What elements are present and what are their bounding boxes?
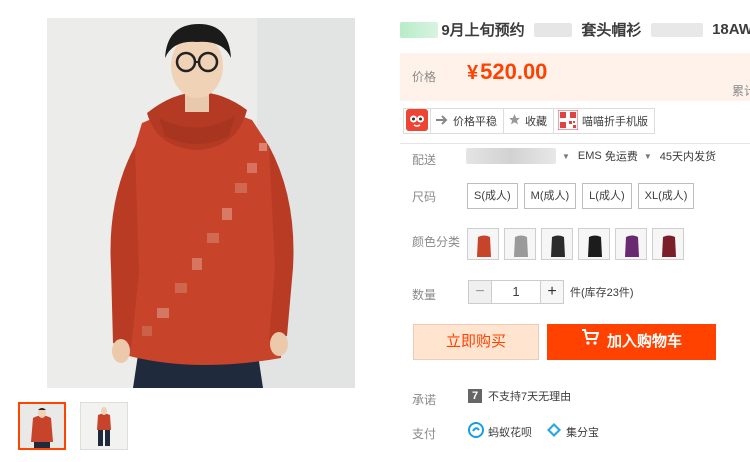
- color-swatch-2[interactable]: [504, 228, 536, 260]
- shopping-cart-icon: [581, 323, 600, 359]
- color-swatch-1[interactable]: [467, 228, 499, 260]
- quantity-input[interactable]: 1: [492, 280, 540, 304]
- promise-row: 7 不支持7天无理由: [468, 388, 571, 404]
- qr-code-icon: [557, 109, 579, 133]
- thumbnail-2[interactable]: [80, 402, 128, 450]
- seven-day-badge-icon: 7: [468, 389, 482, 403]
- payment-row: 蚂蚁花呗 集分宝: [468, 422, 613, 441]
- chevron-down-icon[interactable]: ▼: [644, 152, 652, 161]
- quantity-label: 数量: [412, 288, 437, 302]
- color-swatch-6[interactable]: [652, 228, 684, 260]
- swatch-garment: [477, 235, 491, 257]
- blurred-shop-name: [400, 21, 438, 38]
- thumbnail-image: [81, 403, 127, 449]
- price-label: 价格: [412, 70, 437, 84]
- huabei-label: 蚂蚁花呗: [488, 426, 532, 439]
- payment-method-huabei[interactable]: 蚂蚁花呗: [468, 422, 532, 441]
- size-label: 尺码: [412, 190, 437, 204]
- jifenbao-label: 集分宝: [566, 426, 599, 439]
- shipping-label: 配送: [412, 153, 437, 167]
- shipping-fee: 免运费: [604, 151, 638, 163]
- price-trend-label: 价格平稳: [453, 116, 497, 128]
- tools-bar: 价格平稳 收藏 喵喵折手机版: [403, 108, 655, 136]
- divider: [400, 143, 750, 144]
- huabei-icon: [468, 422, 484, 441]
- price-value: ¥520.00: [467, 59, 547, 85]
- color-swatch-5[interactable]: [615, 228, 647, 260]
- size-option-m[interactable]: M(成人): [523, 183, 577, 209]
- product-title: 9月上旬预约 套头帽衫 18AW: [400, 19, 750, 39]
- color-options: [467, 228, 689, 260]
- size-option-s[interactable]: S(成人): [467, 183, 518, 209]
- swatch-garment: [588, 235, 602, 257]
- jifenbao-icon: [546, 422, 562, 441]
- title-prefix: 9月上旬预约: [441, 22, 525, 39]
- promise-text[interactable]: 不支持7天无理由: [488, 388, 571, 404]
- title-middle: 套头帽衫: [581, 22, 642, 39]
- blurred-location[interactable]: [466, 148, 556, 164]
- swatch-garment: [551, 235, 565, 257]
- quantity-decrease-button[interactable]: −: [468, 280, 492, 304]
- star-icon: [508, 113, 521, 129]
- chevron-down-icon[interactable]: ▼: [562, 152, 570, 161]
- size-option-xl[interactable]: XL(成人): [637, 183, 695, 209]
- buy-now-button[interactable]: 立即购买: [413, 324, 539, 360]
- shipping-row: ▼ EMS 免运费 ▼ 45天内发货: [466, 147, 716, 165]
- swatch-garment: [625, 235, 639, 257]
- quantity-increase-button[interactable]: +: [540, 280, 564, 304]
- delivery-time: 45天内发货: [659, 151, 716, 163]
- color-swatch-4[interactable]: [578, 228, 610, 260]
- hoodie-model-photo: [47, 18, 355, 388]
- shop-logo-tool[interactable]: [403, 108, 431, 134]
- add-to-cart-button[interactable]: 加入购物车: [547, 324, 716, 360]
- promise-label: 承诺: [412, 393, 437, 407]
- swatch-garment: [662, 235, 676, 257]
- color-swatch-3[interactable]: [541, 228, 573, 260]
- color-label: 颜色分类: [412, 235, 461, 249]
- thumbnail-1[interactable]: [18, 402, 66, 450]
- size-options: S(成人) M(成人) L(成人) XL(成人): [467, 183, 700, 209]
- mobile-version-tool[interactable]: 喵喵折手机版: [553, 108, 655, 134]
- currency-symbol: ¥: [467, 62, 479, 84]
- tmall-cat-icon: [406, 108, 428, 134]
- price-amount: 520.00: [480, 59, 548, 84]
- price-panel: 价格 ¥520.00 累计: [400, 53, 750, 101]
- swatch-garment: [514, 235, 528, 257]
- blurred-text: [650, 22, 703, 37]
- shipping-service: EMS: [577, 150, 602, 162]
- main-product-image[interactable]: [47, 18, 355, 388]
- price-trend-tool[interactable]: 价格平稳: [430, 108, 504, 134]
- add-to-cart-label: 加入购物车: [606, 333, 682, 350]
- favorite-tool[interactable]: 收藏: [503, 108, 554, 134]
- size-option-l[interactable]: L(成人): [582, 183, 632, 209]
- thumbnail-image: [20, 404, 64, 448]
- arrow-right-icon: [435, 114, 449, 129]
- payment-method-jifenbao[interactable]: 集分宝: [546, 422, 599, 441]
- sold-count-label: 累计: [732, 84, 750, 98]
- stock-info: 件(库存23件): [570, 287, 634, 299]
- mobile-version-label: 喵喵折手机版: [582, 116, 648, 128]
- title-suffix: 18AW: [712, 21, 750, 38]
- blurred-brand: [534, 22, 573, 37]
- payment-label: 支付: [412, 427, 437, 441]
- favorite-label: 收藏: [525, 116, 547, 128]
- quantity-stepper: − 1 + 件(库存23件): [468, 280, 634, 304]
